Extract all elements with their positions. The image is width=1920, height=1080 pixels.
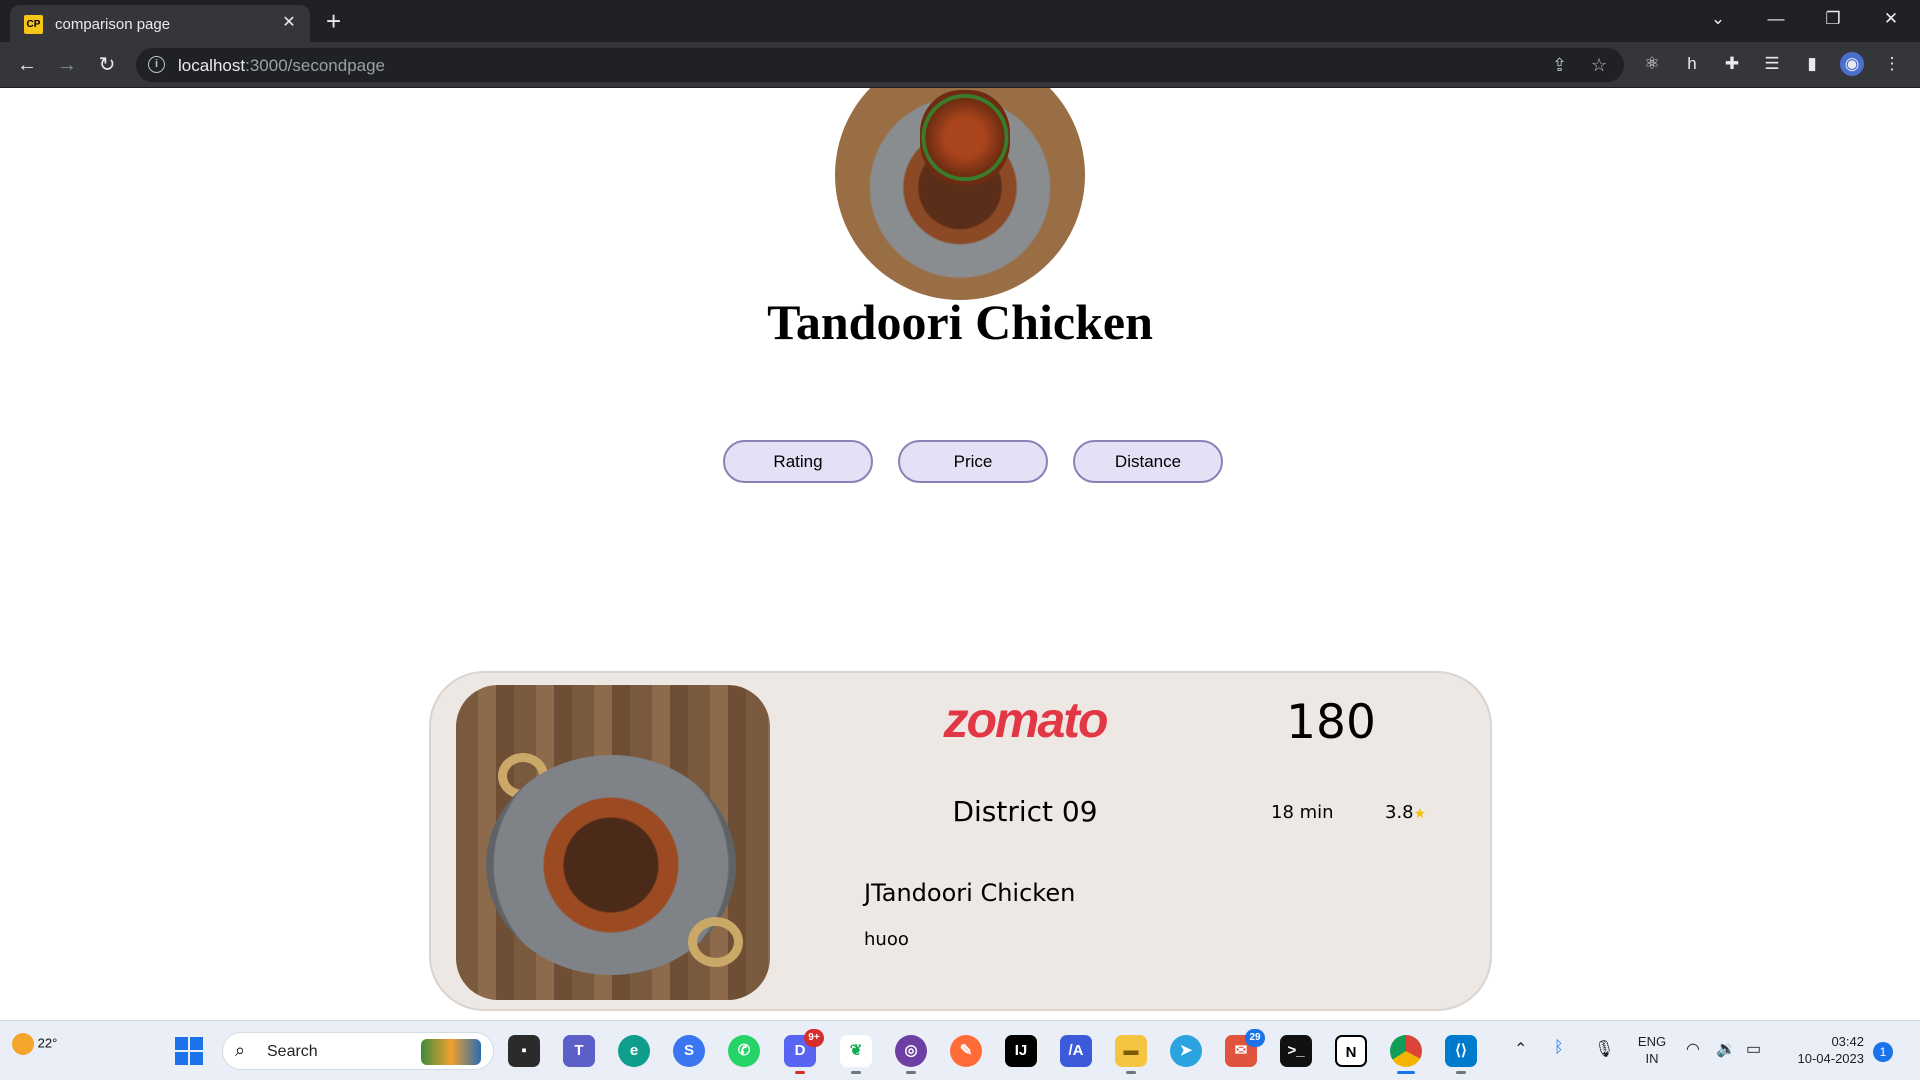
page-content: Tandoori Chicken Rating Price Distance z… bbox=[0, 88, 1920, 1020]
search-icon: ⌕ bbox=[235, 1040, 246, 1060]
postman-icon[interactable]: ✎ bbox=[950, 1035, 982, 1067]
close-window-button[interactable]: ✕ bbox=[1871, 4, 1911, 34]
item-name: JTandoori Chicken bbox=[864, 879, 1076, 907]
browser-menu-icon[interactable]: ⋮ bbox=[1880, 52, 1904, 76]
active-indicator bbox=[1397, 1071, 1415, 1074]
battery-icon[interactable]: ▭ bbox=[1746, 1039, 1761, 1059]
card-dish-image bbox=[456, 685, 770, 1000]
delivery-time: 18 min bbox=[1271, 802, 1334, 823]
language-indicator[interactable]: ENG IN bbox=[1632, 1033, 1672, 1067]
weather-temp: 22° bbox=[37, 1035, 58, 1051]
dish-title: Tandoori Chicken bbox=[767, 294, 1153, 350]
extension-h-icon[interactable]: h bbox=[1680, 52, 1704, 76]
weather-widget[interactable]: 22° bbox=[12, 1033, 57, 1055]
new-tab-button[interactable]: + bbox=[326, 8, 341, 34]
dish-hero-image bbox=[835, 88, 1085, 300]
brand-logo: zomato bbox=[943, 692, 1109, 748]
restaurant-name: District 09 bbox=[952, 795, 1098, 828]
tab-search-icon[interactable]: ⌄ bbox=[1698, 4, 1738, 34]
item-description: huoo bbox=[864, 929, 909, 950]
profile-avatar-icon[interactable]: ◉ bbox=[1840, 52, 1864, 76]
tab-favicon-icon: CP bbox=[24, 15, 43, 34]
clock-date: 10-04-2023 bbox=[1797, 1051, 1865, 1066]
rating-number: 3.8 bbox=[1385, 802, 1414, 823]
active-indicator bbox=[1126, 1071, 1136, 1074]
browser-tab-bar: CP comparison page ✕ + ⌄ — ❐ ✕ bbox=[0, 0, 1920, 42]
edge-icon[interactable]: e bbox=[618, 1035, 650, 1067]
minimize-button[interactable]: — bbox=[1756, 4, 1796, 34]
file-explorer-icon[interactable]: ▪ bbox=[508, 1035, 540, 1067]
extensions-puzzle-icon[interactable]: ✚ bbox=[1720, 52, 1744, 76]
app-icon[interactable]: /A bbox=[1060, 1035, 1092, 1067]
bluetooth-icon[interactable]: ᛒ bbox=[1554, 1039, 1564, 1057]
search-label: Search bbox=[267, 1043, 318, 1060]
discord-icon[interactable]: D 9+ bbox=[784, 1029, 824, 1074]
region-code: IN bbox=[1645, 1051, 1659, 1066]
reload-button[interactable]: ↻ bbox=[92, 50, 122, 80]
wifi-icon[interactable]: ◠ bbox=[1686, 1039, 1700, 1059]
terminal-icon[interactable]: >_ bbox=[1280, 1035, 1312, 1067]
weather-icon bbox=[12, 1033, 34, 1055]
taskbar: 22° ⌕ Search ▪ T e S ✆ D 9+ ❦ ◎ ✎ IJ /A ▬… bbox=[0, 1020, 1920, 1080]
taskbar-search[interactable]: ⌕ Search bbox=[222, 1032, 494, 1070]
notification-badge[interactable]: 1 bbox=[1873, 1042, 1893, 1062]
plate-handle-right bbox=[688, 917, 743, 967]
sort-distance-button[interactable]: Distance bbox=[1073, 440, 1223, 483]
back-button[interactable]: ← bbox=[12, 50, 42, 80]
browser-toolbar: ← → ↻ i localhost:3000/secondpage ⇪ ☆ bbox=[0, 42, 1920, 88]
price-value: 180 bbox=[1286, 695, 1376, 750]
active-indicator bbox=[851, 1071, 861, 1074]
tab-title: comparison page bbox=[55, 16, 171, 33]
reading-list-icon[interactable]: ☰ bbox=[1760, 52, 1784, 76]
signal-icon[interactable]: S bbox=[673, 1035, 705, 1067]
chrome-icon[interactable] bbox=[1390, 1035, 1422, 1074]
volume-icon[interactable]: 🔉 bbox=[1716, 1039, 1736, 1059]
clock[interactable]: 03:42 10-04-2023 bbox=[1784, 1033, 1865, 1067]
site-info-icon[interactable]: i bbox=[148, 56, 165, 73]
active-indicator bbox=[1456, 1071, 1466, 1074]
sort-rating-button[interactable]: Rating bbox=[723, 440, 873, 483]
notion-icon[interactable]: N bbox=[1335, 1035, 1367, 1067]
tab-close-icon[interactable]: ✕ bbox=[278, 12, 300, 34]
sort-price-button[interactable]: Price bbox=[898, 440, 1048, 483]
bookmark-star-icon[interactable]: ☆ bbox=[1591, 54, 1607, 76]
github-icon[interactable]: ◎ bbox=[895, 1035, 927, 1074]
forward-button[interactable]: → bbox=[52, 50, 82, 80]
active-indicator bbox=[795, 1071, 805, 1074]
rating-value: 3.8★ bbox=[1385, 802, 1426, 823]
intellij-icon[interactable]: IJ bbox=[1005, 1035, 1037, 1067]
side-panel-icon[interactable]: ▮ bbox=[1800, 52, 1824, 76]
teams-icon[interactable]: T bbox=[563, 1035, 595, 1067]
restaurant-card[interactable]: zomato 180 District 09 18 min 3.8★ JTand… bbox=[429, 671, 1492, 1011]
share-icon[interactable]: ⇪ bbox=[1552, 54, 1567, 76]
active-indicator bbox=[906, 1071, 916, 1074]
star-icon: ★ bbox=[1413, 806, 1427, 822]
search-highlight-image bbox=[421, 1039, 481, 1065]
telegram-icon[interactable]: ➤ bbox=[1170, 1035, 1202, 1067]
tray-overflow-icon[interactable]: ⌃ bbox=[1514, 1039, 1527, 1059]
address-bar[interactable]: i localhost:3000/secondpage ⇪ ☆ bbox=[136, 48, 1624, 82]
mail-icon[interactable]: ✉ 29 bbox=[1225, 1029, 1265, 1067]
whatsapp-icon[interactable]: ✆ bbox=[728, 1035, 760, 1067]
microphone-icon[interactable]: 🎙 bbox=[1594, 1039, 1614, 1059]
mongodb-icon[interactable]: ❦ bbox=[840, 1035, 872, 1074]
url-text[interactable]: localhost:3000/secondpage bbox=[178, 56, 385, 76]
react-devtools-icon[interactable]: ⚛ bbox=[1640, 52, 1664, 76]
language-code: ENG bbox=[1637, 1034, 1667, 1049]
browser-tab[interactable]: CP comparison page ✕ bbox=[10, 5, 310, 42]
mail-badge: 29 bbox=[1245, 1029, 1265, 1047]
clock-time: 03:42 bbox=[1831, 1034, 1864, 1049]
restore-button[interactable]: ❐ bbox=[1813, 4, 1853, 34]
vscode-icon[interactable]: ⟨⟩ bbox=[1445, 1035, 1477, 1074]
start-button[interactable] bbox=[175, 1037, 203, 1065]
folder-icon[interactable]: ▬ bbox=[1115, 1035, 1147, 1074]
discord-badge: 9+ bbox=[804, 1029, 824, 1047]
